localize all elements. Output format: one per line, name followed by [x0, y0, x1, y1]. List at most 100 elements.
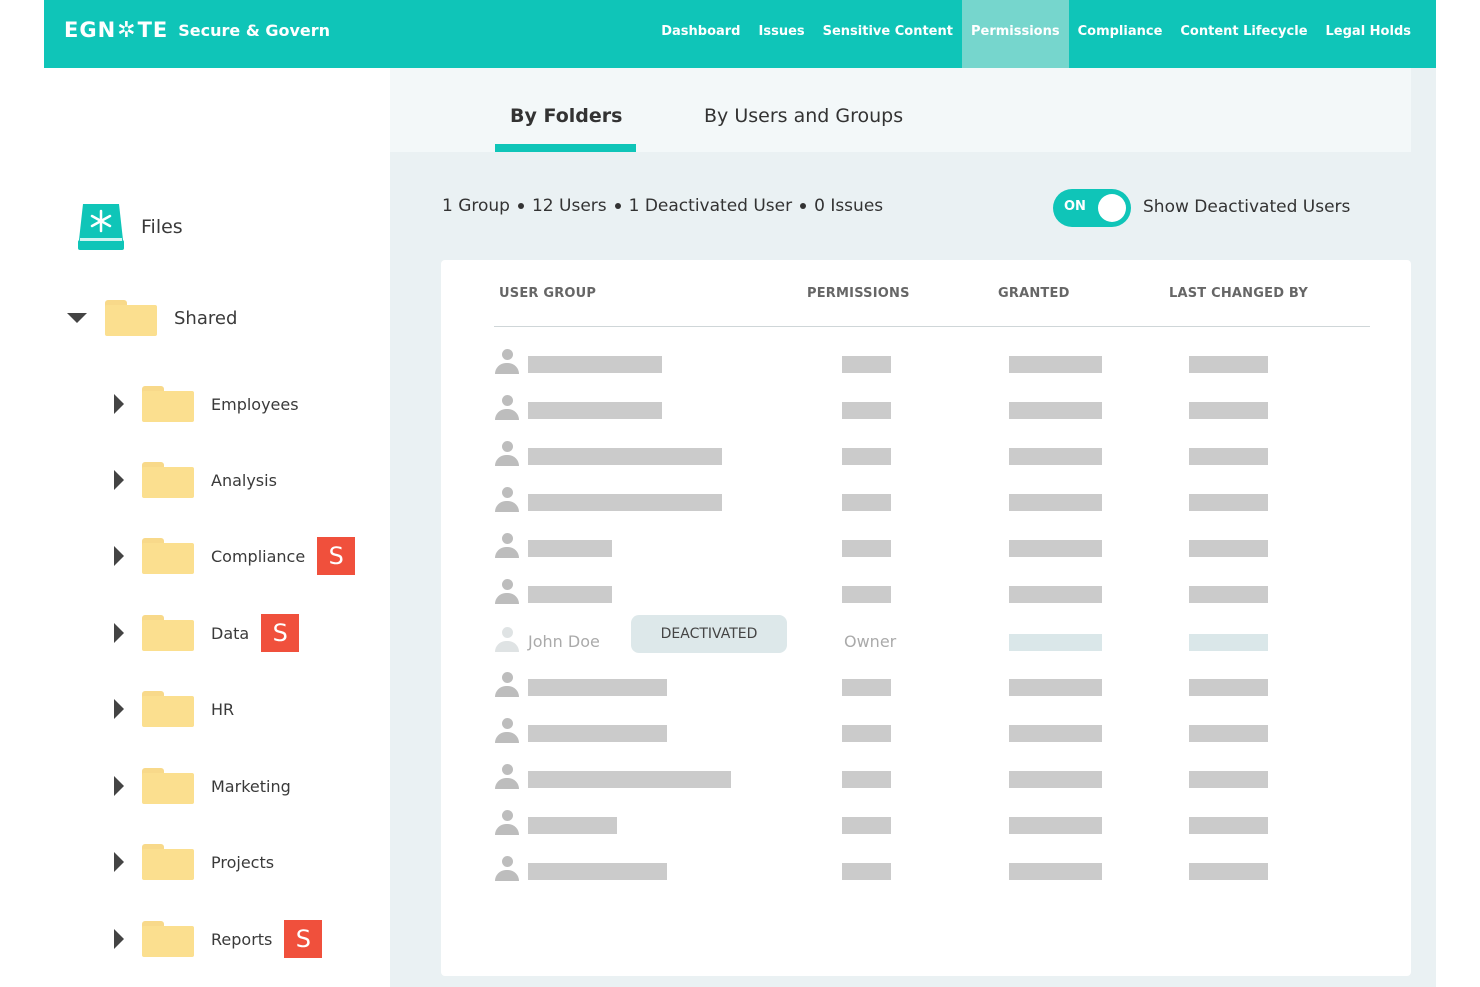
table-row[interactable] [441, 579, 1411, 609]
view-tabs: By Folders By Users and Groups [390, 68, 1411, 152]
column-header-granted[interactable]: GRANTED [998, 286, 1070, 301]
redacted-permission [842, 679, 891, 696]
caret-down-icon[interactable] [67, 313, 87, 323]
logo-star-icon: ✲ [117, 17, 137, 43]
user-icon [494, 441, 520, 469]
redacted-last-changed-by [1189, 356, 1268, 373]
issue-count: 0 Issues [814, 196, 884, 216]
logo-text-part2: TE [137, 18, 169, 42]
table-row[interactable] [441, 349, 1411, 379]
redacted-last-changed-by [1189, 771, 1268, 788]
tree-item-analysis[interactable]: Analysis [114, 458, 277, 502]
tree-item-hr[interactable]: HR [114, 687, 234, 731]
table-row[interactable] [441, 856, 1411, 886]
files-label: Files [141, 216, 183, 238]
tree-item-label: Analysis [211, 470, 277, 490]
tree-item-reports[interactable]: Reports S [114, 917, 323, 961]
redacted-granted [1009, 540, 1102, 557]
separator-dot [614, 203, 621, 209]
sensitive-badge[interactable]: S [317, 537, 356, 575]
tree-item-label: Compliance [211, 546, 306, 566]
redacted-user-name [528, 494, 722, 511]
sensitive-badge[interactable]: S [284, 920, 323, 958]
caret-right-icon[interactable] [114, 699, 124, 719]
nav-compliance[interactable]: Compliance [1069, 0, 1172, 68]
caret-right-icon[interactable] [114, 776, 124, 796]
permissions-table: USER GROUP PERMISSIONS GRANTED LAST CHAN… [441, 260, 1411, 976]
table-row[interactable] [441, 810, 1411, 840]
tree-item-projects[interactable]: Projects [114, 840, 274, 884]
redacted-last-changed-by [1189, 817, 1268, 834]
header-divider [494, 326, 1370, 327]
tree-item-marketing[interactable]: Marketing [114, 764, 291, 808]
main-nav: Dashboard Issues Sensitive Content Permi… [652, 0, 1420, 68]
tree-item-label: Reports [211, 929, 273, 949]
redacted-user-name [528, 771, 731, 788]
table-row[interactable] [441, 718, 1411, 748]
redacted-last-changed-by [1189, 634, 1268, 651]
table-row[interactable] [441, 441, 1411, 471]
redacted-granted [1009, 586, 1102, 603]
tab-by-folders[interactable]: By Folders [510, 105, 622, 127]
caret-right-icon[interactable] [114, 394, 124, 414]
redacted-permission [842, 586, 891, 603]
redacted-user-name [528, 725, 667, 742]
table-row-deactivated[interactable]: John Doe DEACTIVATED Owner [441, 615, 1411, 657]
tree-item-data[interactable]: Data S [114, 611, 300, 655]
caret-right-icon[interactable] [114, 546, 124, 566]
user-name: John Doe [528, 632, 600, 651]
caret-right-icon[interactable] [114, 470, 124, 490]
nav-legal-holds[interactable]: Legal Holds [1317, 0, 1420, 68]
nav-content-lifecycle[interactable]: Content Lifecycle [1171, 0, 1316, 68]
toggle-state-label: ON [1064, 199, 1086, 214]
main-content: By Folders By Users and Groups 1 Group 1… [390, 68, 1436, 987]
folder-icon [142, 844, 194, 880]
nav-sensitive-content[interactable]: Sensitive Content [814, 0, 962, 68]
show-deactivated-toggle[interactable]: ON [1053, 189, 1131, 227]
group-count: 1 Group [442, 196, 510, 216]
redacted-user-name [528, 586, 612, 603]
tree-item-compliance[interactable]: Compliance S [114, 534, 356, 578]
redacted-permission [842, 494, 891, 511]
column-header-permissions[interactable]: PERMISSIONS [807, 286, 910, 301]
nav-dashboard[interactable]: Dashboard [652, 0, 749, 68]
caret-right-icon[interactable] [114, 852, 124, 872]
table-row[interactable] [441, 764, 1411, 794]
redacted-granted [1009, 771, 1102, 788]
redacted-last-changed-by [1189, 863, 1268, 880]
tree-item-shared[interactable]: Shared [67, 296, 237, 340]
table-row[interactable] [441, 395, 1411, 425]
table-row[interactable] [441, 487, 1411, 517]
egnyte-logo[interactable]: EGN ✲ TE Secure & Govern [64, 15, 330, 45]
sensitive-badge[interactable]: S [261, 614, 300, 652]
show-deactivated-label: Show Deactivated Users [1143, 197, 1351, 217]
column-header-last-changed-by[interactable]: LAST CHANGED BY [1169, 286, 1308, 301]
table-row[interactable] [441, 672, 1411, 702]
tab-by-users-and-groups[interactable]: By Users and Groups [704, 105, 903, 127]
redacted-last-changed-by [1189, 402, 1268, 419]
folder-sidebar: Files Shared Employees Analysis Complian… [44, 68, 390, 987]
files-root[interactable]: Files [77, 201, 183, 253]
redacted-last-changed-by [1189, 586, 1268, 603]
column-header-user-group[interactable]: USER GROUP [499, 286, 596, 301]
caret-right-icon[interactable] [114, 929, 124, 949]
table-row[interactable] [441, 533, 1411, 563]
caret-right-icon[interactable] [114, 623, 124, 643]
top-navigation-bar: EGN ✲ TE Secure & Govern Dashboard Issue… [44, 0, 1436, 68]
folder-icon [142, 768, 194, 804]
folder-icon [105, 300, 157, 336]
user-icon [494, 764, 520, 792]
redacted-user-name [528, 817, 617, 834]
logo-text-part1: EGN [64, 18, 117, 42]
redacted-granted [1009, 725, 1102, 742]
redacted-granted [1009, 817, 1102, 834]
redacted-permission [842, 448, 891, 465]
nav-issues[interactable]: Issues [750, 0, 814, 68]
tree-item-employees[interactable]: Employees [114, 382, 299, 426]
redacted-permission [842, 540, 891, 557]
active-tab-indicator [495, 144, 636, 152]
redacted-last-changed-by [1189, 494, 1268, 511]
user-icon [494, 810, 520, 838]
nav-permissions[interactable]: Permissions [961, 0, 1069, 68]
redacted-user-name [528, 402, 662, 419]
